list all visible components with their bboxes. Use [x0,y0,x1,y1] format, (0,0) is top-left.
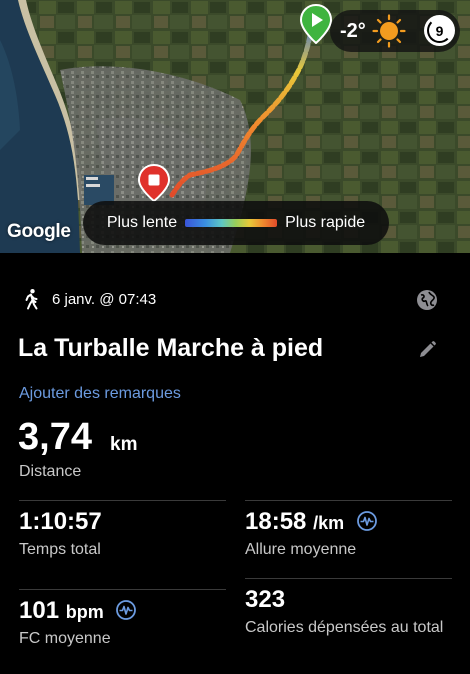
start-pin-icon[interactable] [300,4,332,44]
legend-slow-label: Plus lente [106,214,178,231]
average-pace-label: Allure moyenne [245,541,357,558]
total-time-value: 1:10:57 [19,508,102,536]
total-time-label: Temps total [19,541,101,558]
weather-temperature: -2° [340,19,366,42]
legend-fast-label: Plus rapide [285,214,366,231]
globe-icon[interactable] [416,289,438,311]
average-heart-rate-value[interactable]: 101 bpm [19,597,137,625]
divider [245,500,452,501]
weather-chip[interactable]: -2° 9 [330,10,460,52]
end-pin-icon[interactable] [138,164,170,202]
average-heart-rate-unit: bpm [65,602,104,622]
activity-date-time: 6 janv. @ 07:43 [52,290,157,308]
map-view[interactable]: -2° 9 Google Plus lente Plus rapide [0,0,470,253]
divider [19,500,226,501]
average-heart-rate-label: FC moyenne [19,630,111,647]
activity-meta: 6 janv. @ 07:43 [20,288,156,310]
uv-index-badge: 9 [424,15,455,46]
edit-pencil-icon[interactable] [417,340,437,360]
pace-legend: Plus lente Plus rapide [83,201,389,245]
pace-gradient-bar [185,219,278,227]
chart-pulse-icon[interactable] [356,511,377,531]
distance-label: Distance [19,463,82,480]
distance-value: 3,74 [18,416,92,458]
walking-icon [25,289,38,310]
average-heart-rate-number: 101 [19,597,60,624]
sun-icon [372,14,406,48]
average-pace-value[interactable]: 18:58 /km [245,508,377,536]
total-time-number: 1:10:57 [19,508,102,535]
chart-pulse-icon[interactable] [116,600,137,620]
average-pace-unit: /km [313,513,345,533]
google-logo: Google [7,221,71,242]
calories-number: 323 [245,586,286,613]
calories-label: Calories dépensées au total [245,619,444,636]
add-notes-link[interactable]: Ajouter des remarques [19,385,181,403]
distance-unit: km [110,434,138,455]
activity-title: La Turballe Marche à pied [18,334,324,362]
calories-value: 323 [245,586,285,614]
divider [245,578,452,579]
average-pace-number: 18:58 [245,508,307,535]
uv-index-value: 9 [435,22,444,39]
divider [19,589,226,590]
